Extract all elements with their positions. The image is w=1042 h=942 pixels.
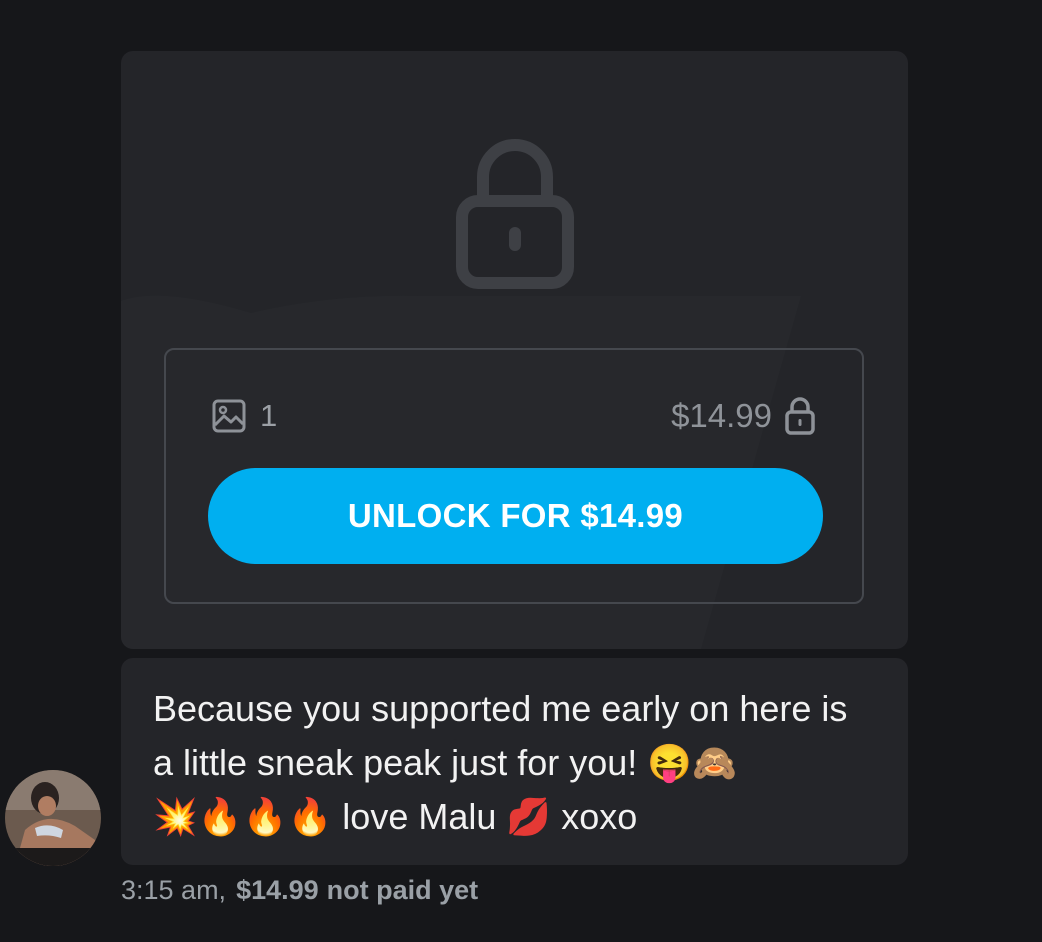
- chat-page: 1 $14.99 UNLOCK FOR $14.99 Because you s…: [0, 0, 1042, 942]
- media-count: 1: [212, 398, 277, 434]
- locked-media-card: 1 $14.99 UNLOCK FOR $14.99: [121, 51, 908, 649]
- image-icon: [212, 399, 246, 433]
- lock-icon: [785, 397, 815, 435]
- price-tag: $14.99: [671, 397, 816, 435]
- message-time: 3:15 am,: [121, 874, 227, 905]
- avatar[interactable]: [5, 770, 101, 866]
- unlock-button[interactable]: UNLOCK FOR $14.99: [208, 468, 823, 564]
- locked-info-panel: 1 $14.99 UNLOCK FOR $14.99: [164, 348, 864, 604]
- message-meta: 3:15 am, $14.99 not paid yet: [121, 872, 478, 908]
- payment-status: not paid yet: [326, 874, 479, 905]
- message-text: Because you supported me early on here i…: [153, 688, 848, 837]
- avatar-image: [5, 770, 101, 866]
- message-bubble: Because you supported me early on here i…: [121, 658, 908, 865]
- lock-icon: [456, 139, 574, 289]
- media-count-value: 1: [260, 398, 278, 433]
- price-value: $14.99: [671, 397, 772, 434]
- meta-price: $14.99: [236, 874, 319, 905]
